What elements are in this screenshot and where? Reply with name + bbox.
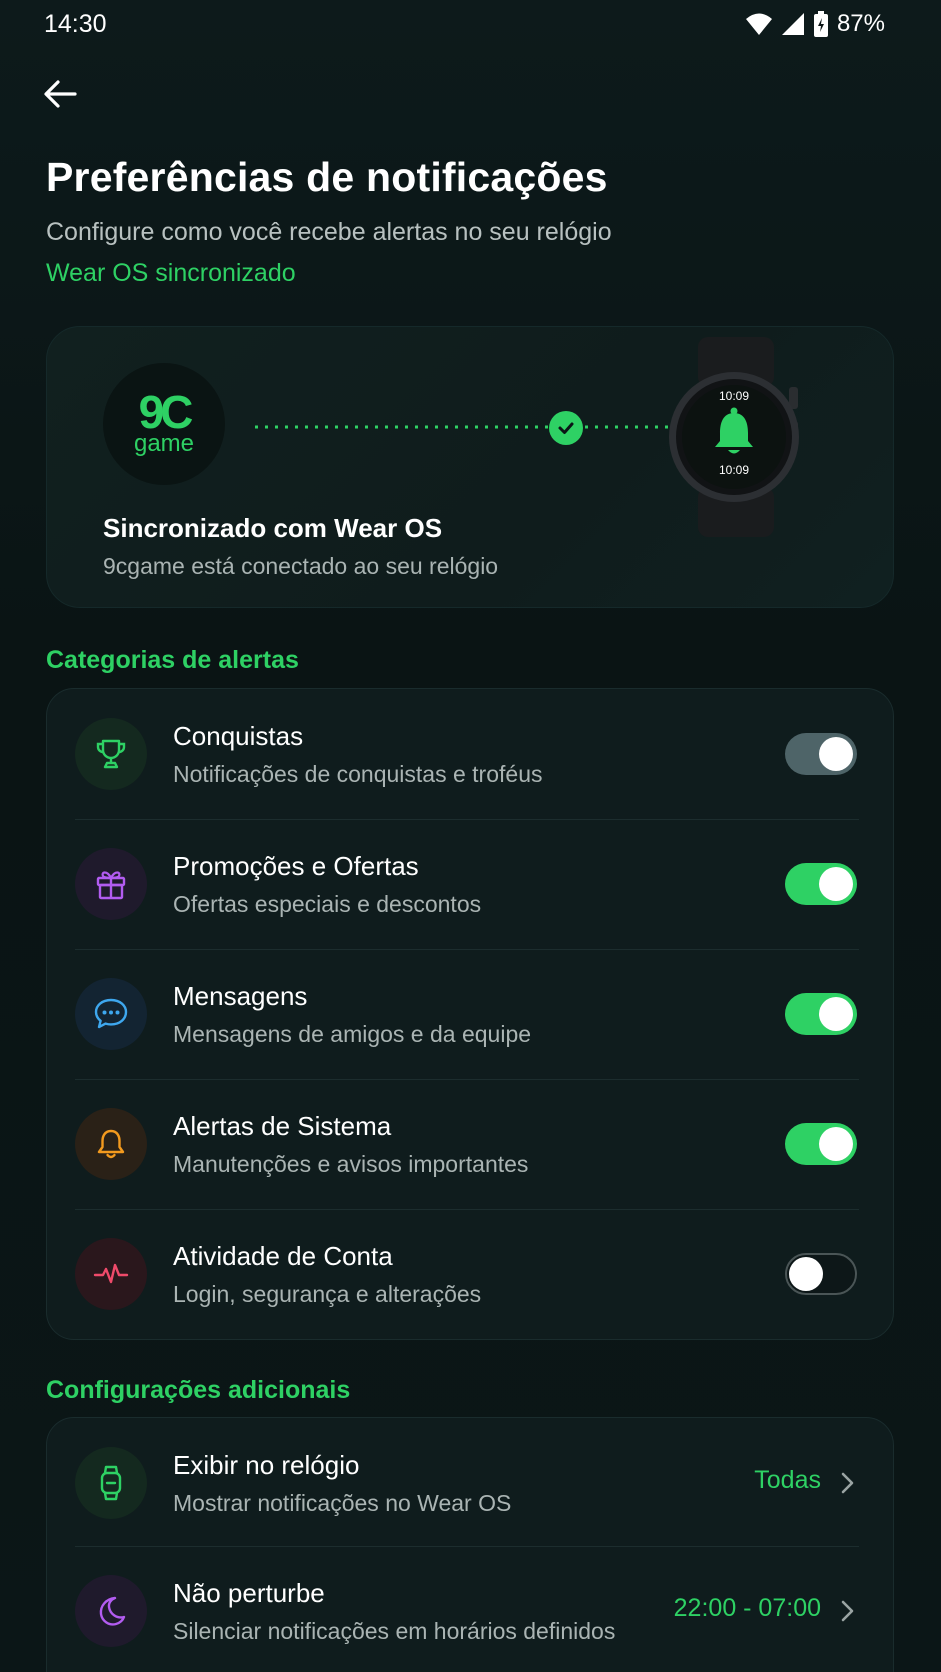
page-title: Preferências de notificações	[46, 154, 608, 200]
sync-connection-line	[255, 425, 671, 429]
status-time: 14:30	[44, 10, 107, 38]
row-value: 22:00 - 07:00	[673, 1594, 821, 1622]
chevron-right-icon	[841, 1600, 854, 1622]
promotions-toggle[interactable]	[785, 863, 857, 905]
row-title: Não perturbe	[173, 1578, 325, 1608]
alert-categories-list: Conquistas Notificações de conquistas e …	[46, 688, 894, 1340]
row-description: Mensagens de amigos e da equipe	[173, 1021, 532, 1047]
sync-card-description: 9cgame está conectado ao seu relógio	[103, 553, 499, 579]
messages-toggle[interactable]	[785, 993, 857, 1035]
row-description: Login, segurança e alterações	[173, 1281, 482, 1307]
additional-settings-title: Configurações adicionais	[46, 1376, 351, 1404]
chat-icon	[75, 978, 147, 1050]
bell-icon	[75, 1108, 147, 1180]
watch-time-top: 10:09	[719, 389, 749, 403]
alert-categories-title: Categorias de alertas	[46, 646, 299, 674]
sync-status: Wear OS sincronizado	[46, 259, 296, 287]
moon-icon	[75, 1575, 147, 1647]
alert-row-messages[interactable]: Mensagens Mensagens de amigos e da equip…	[47, 949, 893, 1079]
smartwatch-image: 10:09 10:09	[669, 337, 799, 537]
additional-settings-list: Exibir no relógio Mostrar notificações n…	[46, 1417, 894, 1672]
row-description: Ofertas especiais e descontos	[173, 891, 482, 917]
row-title: Conquistas	[173, 721, 304, 751]
row-title: Promoções e Ofertas	[173, 851, 419, 881]
account-activity-toggle[interactable]	[785, 1253, 857, 1295]
row-description: Notificações de conquistas e troféus	[173, 761, 543, 787]
setting-row-display-on-watch[interactable]: Exibir no relógio Mostrar notificações n…	[47, 1418, 893, 1546]
trophy-icon	[75, 718, 147, 790]
chevron-right-icon	[841, 1472, 854, 1494]
row-description: Mostrar notificações no Wear OS	[173, 1490, 512, 1516]
status-bar: 14:30 87%	[0, 0, 941, 48]
row-description: Silenciar notificações em horários defin…	[173, 1618, 616, 1644]
logo-sub: game	[133, 430, 195, 457]
toggle-knob	[819, 1127, 853, 1161]
toggle-knob	[819, 737, 853, 771]
watch-icon	[75, 1447, 147, 1519]
watch-time-bottom: 10:09	[719, 463, 749, 477]
logo-main: 9C	[138, 386, 194, 438]
toggle-knob	[789, 1257, 823, 1291]
alert-row-account[interactable]: Atividade de Conta Login, segurança e al…	[47, 1209, 893, 1339]
battery-icon	[813, 11, 828, 37]
row-title: Mensagens	[173, 981, 308, 1011]
sync-card: 9C game 10:09 10:09 Sincronizado com Wea…	[46, 326, 894, 608]
alert-row-achievements[interactable]: Conquistas Notificações de conquistas e …	[47, 689, 893, 819]
row-title: Exibir no relógio	[173, 1450, 360, 1480]
toggle-knob	[819, 867, 853, 901]
sync-card-title: Sincronizado com Wear OS	[103, 513, 443, 543]
row-title: Alertas de Sistema	[173, 1111, 392, 1141]
alert-row-system[interactable]: Alertas de Sistema Manutenções e avisos …	[47, 1079, 893, 1209]
activity-icon	[75, 1238, 147, 1310]
signal-icon	[781, 13, 804, 35]
app-logo: 9C game	[103, 363, 225, 485]
row-value: Todas	[754, 1466, 821, 1494]
gift-icon	[75, 848, 147, 920]
system-alerts-toggle[interactable]	[785, 1123, 857, 1165]
check-icon	[549, 411, 583, 445]
setting-row-do-not-disturb[interactable]: Não perturbe Silenciar notificações em h…	[47, 1546, 893, 1672]
status-icons: 87%	[745, 8, 885, 40]
back-button[interactable]	[36, 70, 84, 118]
battery-level: 87%	[836, 10, 885, 37]
wifi-icon	[745, 13, 772, 35]
row-title: Atividade de Conta	[173, 1241, 393, 1271]
page-subtitle: Configure como você recebe alertas no se…	[46, 218, 612, 246]
alert-row-promotions[interactable]: Promoções e Ofertas Ofertas especiais e …	[47, 819, 893, 949]
toggle-knob	[819, 997, 853, 1031]
row-description: Manutenções e avisos importantes	[173, 1151, 529, 1177]
achievements-toggle[interactable]	[785, 733, 857, 775]
arrow-left-icon	[44, 80, 77, 108]
